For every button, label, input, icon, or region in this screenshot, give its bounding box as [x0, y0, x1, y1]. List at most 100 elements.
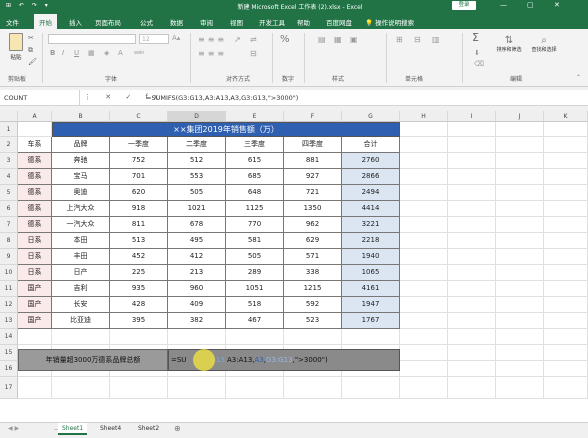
grid-cell[interactable]: [448, 265, 496, 281]
col-header-e[interactable]: E: [226, 111, 284, 122]
table-cell[interactable]: 2218: [342, 233, 400, 249]
fill-icon[interactable]: ⬇: [474, 49, 480, 57]
table-cell[interactable]: 吉利: [52, 281, 110, 297]
phonetic-button[interactable]: wén: [134, 50, 144, 56]
add-sheet-icon[interactable]: ⊕: [170, 422, 185, 434]
criteria-label-cell[interactable]: 年销量超3000万德系品牌总额: [18, 349, 168, 371]
grid-cell[interactable]: [496, 329, 544, 345]
table-cell[interactable]: 927: [284, 169, 342, 185]
table-cell[interactable]: 德系: [18, 169, 52, 185]
grid-cell[interactable]: [544, 345, 588, 361]
table-cell[interactable]: 德系: [18, 153, 52, 169]
table-cell[interactable]: 213: [168, 265, 226, 281]
tab-help[interactable]: 帮助: [297, 17, 310, 27]
tab-home[interactable]: 开始: [34, 14, 57, 29]
col-header-b[interactable]: B: [52, 111, 110, 122]
table-cell[interactable]: 1215: [284, 281, 342, 297]
grid-cell[interactable]: [448, 153, 496, 169]
table-cell[interactable]: 615: [226, 153, 284, 169]
grid-cell[interactable]: [544, 265, 588, 281]
table-cell[interactable]: 日产: [52, 265, 110, 281]
col-header-j[interactable]: J: [496, 111, 544, 122]
align-top-icons[interactable]: ≡≡≡: [198, 35, 227, 44]
table-cell[interactable]: 日系: [18, 233, 52, 249]
tab-review[interactable]: 审阅: [200, 17, 213, 27]
tab-developer[interactable]: 开发工具: [259, 17, 285, 27]
tell-me-search[interactable]: 💡 操作说明搜索: [365, 17, 414, 27]
grid-cell[interactable]: [400, 297, 448, 313]
close-button[interactable]: ✕: [554, 1, 560, 9]
table-cell[interactable]: 452: [110, 249, 168, 265]
grid-cell[interactable]: [400, 217, 448, 233]
row-header[interactable]: 1: [0, 122, 18, 137]
grid-cell[interactable]: [496, 122, 544, 137]
grid-cell[interactable]: [448, 233, 496, 249]
grid-cell[interactable]: [400, 201, 448, 217]
table-cell[interactable]: 289: [226, 265, 284, 281]
row-header[interactable]: 5: [0, 185, 18, 201]
grid-cell[interactable]: [448, 201, 496, 217]
table-cell[interactable]: 1065: [342, 265, 400, 281]
table-cell[interactable]: 523: [284, 313, 342, 329]
grow-font-icon[interactable]: A▴: [172, 34, 180, 42]
grid-cell[interactable]: [226, 377, 284, 399]
table-cell[interactable]: 奔驰: [52, 153, 110, 169]
table-cell[interactable]: 592: [284, 297, 342, 313]
grid-cell[interactable]: [496, 345, 544, 361]
grid-cell[interactable]: [544, 169, 588, 185]
col-header-h[interactable]: H: [400, 111, 448, 122]
tab-baidu-netdisk[interactable]: 百度网盘: [326, 17, 352, 27]
table-cell[interactable]: 1051: [226, 281, 284, 297]
grid-cell[interactable]: [400, 233, 448, 249]
table-cell[interactable]: 620: [110, 185, 168, 201]
col-header-k[interactable]: K: [544, 111, 588, 122]
table-header-cell[interactable]: 四季度: [284, 137, 342, 153]
table-cell[interactable]: 德系: [18, 217, 52, 233]
row-header[interactable]: 14: [0, 329, 18, 345]
login-button[interactable]: 登录: [452, 1, 476, 10]
table-cell[interactable]: 648: [226, 185, 284, 201]
row-header[interactable]: 2: [0, 137, 18, 153]
grid-cell[interactable]: [448, 122, 496, 137]
table-cell[interactable]: 629: [284, 233, 342, 249]
row-header[interactable]: 7: [0, 217, 18, 233]
table-cell[interactable]: 553: [168, 169, 226, 185]
font-name-select[interactable]: [48, 34, 136, 44]
table-cell[interactable]: 1350: [284, 201, 342, 217]
table-cell[interactable]: 962: [284, 217, 342, 233]
table-cell[interactable]: 338: [284, 265, 342, 281]
grid-cell[interactable]: [544, 201, 588, 217]
table-cell[interactable]: 770: [226, 217, 284, 233]
grid-cell[interactable]: [496, 137, 544, 153]
col-header-d[interactable]: D: [168, 111, 226, 122]
grid-cell[interactable]: [400, 265, 448, 281]
row-header[interactable]: 16: [0, 361, 18, 377]
table-cell[interactable]: 467: [226, 313, 284, 329]
grid-cell[interactable]: [400, 153, 448, 169]
grid-cell[interactable]: [496, 249, 544, 265]
table-cell[interactable]: 1021: [168, 201, 226, 217]
sheet-nav-icon[interactable]: ◀ ▶: [4, 423, 23, 435]
row-header[interactable]: 15: [0, 345, 18, 361]
tab-formulas[interactable]: 公式: [140, 17, 153, 27]
clear-icon[interactable]: ⌫: [474, 60, 484, 68]
row-header[interactable]: 12: [0, 297, 18, 313]
delete-cells-icon[interactable]: ⊟: [414, 35, 421, 44]
table-header-cell[interactable]: 二季度: [168, 137, 226, 153]
merge-center-icon[interactable]: ⊟: [250, 49, 257, 58]
table-cell[interactable]: 395: [110, 313, 168, 329]
table-cell[interactable]: 2494: [342, 185, 400, 201]
table-header-cell[interactable]: 车系: [18, 137, 52, 153]
row-header[interactable]: 17: [0, 377, 18, 399]
find-select-button[interactable]: ⌕ 查找和选择: [528, 35, 560, 53]
grid-cell[interactable]: [448, 361, 496, 377]
italic-button[interactable]: I: [62, 49, 64, 57]
grid-cell[interactable]: [496, 169, 544, 185]
grid-cell[interactable]: [400, 122, 448, 137]
table-cell[interactable]: 日系: [18, 265, 52, 281]
row-header[interactable]: 10: [0, 265, 18, 281]
table-cell[interactable]: 宝马: [52, 169, 110, 185]
row-header[interactable]: 8: [0, 233, 18, 249]
grid-cell[interactable]: [400, 361, 448, 377]
sheet-tab-2[interactable]: Sheet4: [96, 423, 125, 435]
